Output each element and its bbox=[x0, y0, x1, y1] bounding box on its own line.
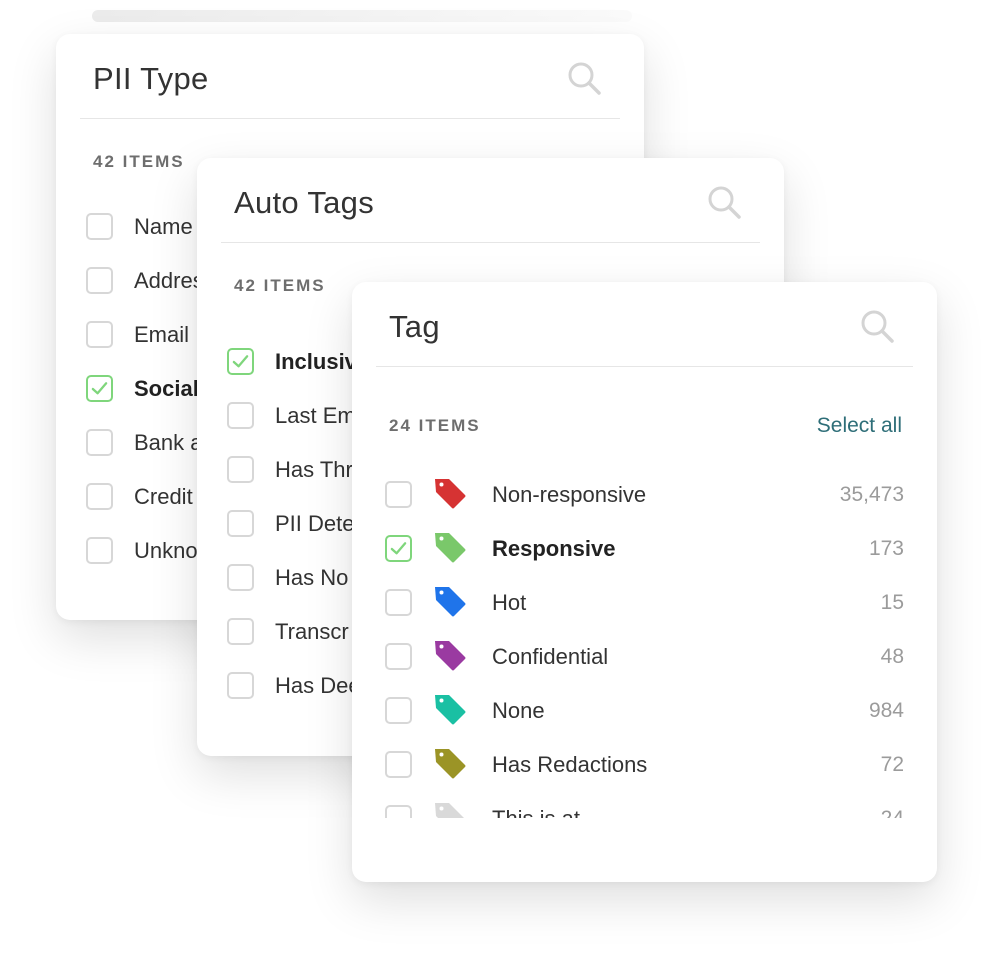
panel-header: Tag bbox=[376, 282, 913, 367]
checkbox[interactable] bbox=[86, 483, 113, 510]
list-item-label: Responsive bbox=[492, 536, 616, 561]
checkbox[interactable] bbox=[227, 348, 254, 375]
list-item[interactable]: Hot 15 bbox=[352, 577, 937, 631]
checkbox[interactable] bbox=[86, 429, 113, 456]
list-item-label: Social bbox=[134, 376, 199, 401]
item-count-value: 984 bbox=[868, 699, 904, 722]
tag-icon bbox=[435, 587, 466, 617]
stage: PII Type 42 ITEMS Name Addres Email Soci… bbox=[0, 0, 990, 972]
checkbox[interactable] bbox=[86, 213, 113, 240]
checkbox[interactable] bbox=[385, 805, 412, 818]
select-all-link[interactable]: Select all bbox=[817, 414, 902, 438]
item-count: 42 ITEMS bbox=[234, 276, 326, 295]
list-item-label: Email bbox=[134, 322, 190, 347]
checkbox[interactable] bbox=[227, 672, 254, 699]
list-item[interactable]: This is at 24 bbox=[352, 793, 937, 818]
item-count-value: 35,473 bbox=[839, 483, 904, 506]
item-count-value: 72 bbox=[880, 753, 904, 776]
item-list: Non-responsive 35,473 Responsive 173 Hot… bbox=[352, 469, 937, 818]
panel-title: PII Type bbox=[93, 61, 209, 96]
checkbox[interactable] bbox=[385, 481, 412, 508]
list-item-label: Inclusiv bbox=[275, 349, 357, 374]
panel-title: Tag bbox=[389, 309, 440, 344]
list-item-label: Credit bbox=[134, 484, 193, 509]
tag-icon bbox=[435, 641, 466, 671]
search-icon[interactable] bbox=[859, 308, 895, 344]
panel-header: PII Type bbox=[80, 34, 620, 119]
list-item[interactable]: Responsive 173 bbox=[352, 523, 937, 577]
list-item-label: Has No bbox=[275, 565, 349, 590]
checkbox[interactable] bbox=[227, 456, 254, 483]
list-item-label: Transcr bbox=[275, 619, 349, 644]
list-item-label: Bank a bbox=[134, 430, 203, 455]
tag-icon bbox=[435, 803, 464, 818]
list-item-label: Has Dee bbox=[275, 673, 361, 698]
list-item-label: Name bbox=[134, 214, 193, 239]
item-count-value: 173 bbox=[868, 537, 904, 560]
tag-icon bbox=[435, 695, 466, 725]
checkbox[interactable] bbox=[227, 564, 254, 591]
tag-panel: Tag 24 ITEMS Select all Non-responsive 3… bbox=[352, 282, 937, 882]
list-item-label: Has Thr bbox=[275, 457, 353, 482]
list-item-label: Confidential bbox=[492, 644, 609, 669]
list-item-label: Has Redactions bbox=[492, 752, 648, 777]
item-count: 24 ITEMS bbox=[389, 416, 481, 435]
checkbox[interactable] bbox=[385, 643, 412, 670]
checkbox[interactable] bbox=[385, 535, 412, 562]
checkbox[interactable] bbox=[86, 321, 113, 348]
checkbox[interactable] bbox=[227, 618, 254, 645]
panel-header: Auto Tags bbox=[221, 158, 760, 243]
item-count-value: 24 bbox=[881, 807, 904, 818]
checkbox[interactable] bbox=[385, 589, 412, 616]
list-item-label: Hot bbox=[492, 590, 527, 615]
list-item-label: None bbox=[492, 698, 545, 723]
list-item[interactable]: Non-responsive 35,473 bbox=[352, 469, 937, 523]
list-item-label: PII Dete bbox=[275, 511, 355, 536]
item-count-value: 48 bbox=[880, 645, 904, 668]
item-count: 42 ITEMS bbox=[93, 152, 185, 171]
item-count-value: 15 bbox=[880, 591, 904, 614]
list-item-label: This is at bbox=[492, 806, 580, 818]
checkbox[interactable] bbox=[227, 402, 254, 429]
list-item-label: Last Em bbox=[275, 403, 356, 428]
checkbox[interactable] bbox=[86, 267, 113, 294]
search-icon[interactable] bbox=[706, 184, 742, 220]
checkbox[interactable] bbox=[227, 510, 254, 537]
list-item-label: Unkno bbox=[134, 538, 198, 563]
checkbox[interactable] bbox=[385, 751, 412, 778]
tag-icon bbox=[435, 533, 466, 563]
panel-title: Auto Tags bbox=[234, 185, 375, 220]
checkbox[interactable] bbox=[385, 697, 412, 724]
faded-background-text bbox=[92, 10, 632, 22]
tag-icon bbox=[435, 479, 466, 509]
list-item-label: Non-responsive bbox=[492, 482, 647, 507]
list-item[interactable]: Has Redactions 72 bbox=[352, 739, 937, 793]
list-item[interactable]: Confidential 48 bbox=[352, 631, 937, 685]
list-item-label: Addres bbox=[134, 268, 204, 293]
search-icon[interactable] bbox=[566, 60, 602, 96]
tag-icon bbox=[435, 749, 466, 779]
list-item[interactable]: None 984 bbox=[352, 685, 937, 739]
checkbox[interactable] bbox=[86, 537, 113, 564]
checkbox[interactable] bbox=[86, 375, 113, 402]
